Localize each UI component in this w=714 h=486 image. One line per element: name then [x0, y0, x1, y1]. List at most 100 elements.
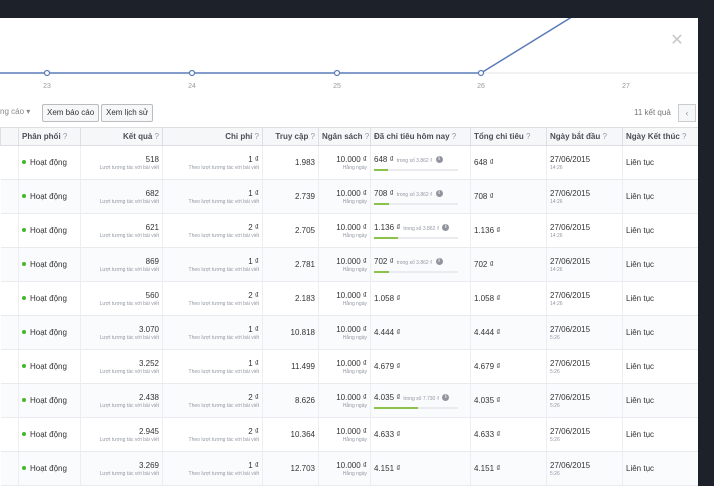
info-icon[interactable]: i: [435, 155, 443, 163]
budget-value: 10.000 ₫: [336, 460, 367, 470]
start-time: 5:26: [550, 436, 560, 443]
budget-value: 10.000 ₫: [336, 290, 367, 300]
spent-today-cell: 1.136 ₫ trong số 3.862 ₫ i: [370, 213, 471, 248]
results-value: 3.070: [138, 324, 159, 334]
table-row[interactable]: Hoạt động 3.252 Lượt tương tác với bài viế…: [0, 349, 698, 384]
status-text: Hoạt động: [30, 158, 67, 167]
results-subtext: Lượt tương tác với bài viết: [99, 470, 159, 477]
spent-of-total: trong số 3.862 ₫: [396, 191, 433, 198]
table-row[interactable]: Hoạt động 2.438 Lượt tương tác với bài viế…: [0, 383, 698, 418]
spent-of-total: trong số 7.730 ₫: [403, 395, 440, 402]
end-date-cell: Liên tục: [622, 179, 698, 214]
budget-value: 10.000 ₫: [336, 154, 367, 164]
spent-today-value: 702 ₫: [374, 256, 394, 266]
spent-today-value: 708 ₫: [374, 188, 394, 198]
chart-point: [188, 69, 196, 77]
total-spent-cell: 1.058 ₫: [470, 281, 547, 316]
status-text: Hoạt động: [30, 396, 67, 405]
spent-today-cell: 4.444 ₫: [370, 315, 471, 350]
delivery-cell: Hoạt động: [18, 281, 81, 316]
row-select-cell: [0, 349, 19, 384]
status-dot-icon: [22, 228, 26, 233]
results-value: 2.438: [138, 392, 159, 402]
budget-cell: 10.000 ₫ Hằng ngày: [318, 349, 371, 384]
end-date-cell: Liên tục: [622, 451, 698, 486]
table-row[interactable]: Hoạt động 2.945 Lượt tương tác với bài viế…: [0, 417, 698, 452]
col-results[interactable]: Kết quả ?: [80, 127, 163, 146]
spend-progress-fill: [374, 406, 418, 409]
table-row[interactable]: Hoạt động 3.070 Lượt tương tác với bài viế…: [0, 315, 698, 350]
col-start-date[interactable]: Ngày bắt đầu ?: [546, 127, 623, 146]
chart-point: [43, 69, 51, 77]
col-total-spent[interactable]: Tổng chi tiêu ?: [470, 127, 547, 146]
table-row[interactable]: Hoạt động 3.269 Lượt tương tác với bài viế…: [0, 451, 698, 486]
cost-subtext: Theo lượt tương tác với bài viết: [188, 300, 259, 307]
results-subtext: Lượt tương tác với bài viết: [99, 436, 159, 443]
spend-progress-fill: [374, 202, 390, 205]
results-value: 2.945: [138, 426, 159, 436]
table-row[interactable]: Hoạt động 518 Lượt tương tác với bài viết 1…: [0, 145, 698, 180]
chart-x-tick-label: 23: [43, 83, 51, 90]
cost-cell: 1 ₫ Theo lượt tương tác với bài viết: [162, 145, 263, 180]
table-row[interactable]: Hoạt động 621 Lượt tương tác với bài viết 2…: [0, 213, 698, 248]
status-text: Hoạt động: [30, 192, 67, 201]
delivery-cell: Hoạt động: [18, 145, 81, 180]
end-date-cell: Liên tục: [622, 247, 698, 282]
start-date-cell: 27/06/2015 5:26: [546, 315, 623, 350]
col-spent-today[interactable]: Đã chi tiêu hôm nay ?: [370, 127, 471, 146]
status-text: Hoạt động: [30, 328, 67, 337]
cost-subtext: Theo lượt tương tác với bài viết: [188, 470, 259, 477]
results-subtext: Lượt tương tác với bài viết: [99, 198, 159, 205]
col-cost[interactable]: Chi phí ?: [162, 127, 263, 146]
start-date: 27/06/2015: [550, 358, 591, 368]
start-time: 14:26: [550, 266, 563, 273]
help-icon: ?: [362, 132, 370, 141]
table-row[interactable]: Hoạt động 869 Lượt tương tác với bài viết 1…: [0, 247, 698, 282]
budget-subtext: Hằng ngày: [342, 266, 367, 273]
table-row[interactable]: Hoạt động 682 Lượt tương tác với bài viết 1…: [0, 179, 698, 214]
info-icon[interactable]: i: [435, 257, 443, 265]
results-subtext: Lượt tương tác với bài viết: [99, 402, 159, 409]
budget-value: 10.000 ₫: [336, 256, 367, 266]
info-icon[interactable]: i: [442, 393, 450, 401]
start-date: 27/06/2015: [550, 256, 591, 266]
end-date-cell: Liên tục: [622, 281, 698, 316]
total-spent-cell: 708 ₫: [470, 179, 547, 214]
chevron-left-icon[interactable]: ‹: [678, 104, 696, 122]
status-dot-icon: [22, 296, 26, 301]
spend-progress-bar: [374, 406, 458, 409]
delivery-cell: Hoạt động: [18, 451, 81, 486]
table-row[interactable]: Hoạt động 560 Lượt tương tác với bài viết 2…: [0, 281, 698, 316]
view-report-button[interactable]: Xem báo cáo: [42, 104, 100, 122]
spend-progress-fill: [374, 270, 390, 273]
budget-cell: 10.000 ₫ Hằng ngày: [318, 247, 371, 282]
results-subtext: Lượt tương tác với bài viết: [99, 164, 159, 171]
cost-cell: 2 ₫ Theo lượt tương tác với bài viết: [162, 281, 263, 316]
spent-today-value: 4.444 ₫: [374, 327, 401, 337]
status-text: Hoạt động: [30, 464, 67, 473]
start-date-cell: 27/06/2015 14:26: [546, 179, 623, 214]
budget-subtext: Hằng ngày: [342, 402, 367, 409]
spent-today-value: 1.136 ₫: [374, 222, 401, 232]
view-history-button[interactable]: Xem lịch sử: [101, 104, 154, 122]
info-icon[interactable]: i: [435, 189, 443, 197]
col-budget[interactable]: Ngân sách ?: [318, 127, 371, 146]
info-icon[interactable]: i: [442, 223, 450, 231]
close-icon[interactable]: ✕: [670, 33, 684, 49]
status-dot-icon: [22, 432, 26, 437]
status-text: Hoạt động: [30, 362, 67, 371]
cost-cell: 1 ₫ Theo lượt tương tác với bài viết: [162, 315, 263, 350]
col-delivery[interactable]: Phân phối ?: [18, 127, 81, 146]
results-cell: 518 Lượt tương tác với bài viết: [80, 145, 163, 180]
col-reach[interactable]: Truy cập ?: [262, 127, 319, 146]
start-date: 27/06/2015: [550, 392, 591, 402]
ad-menu-truncated[interactable]: ng cáo ▾: [0, 107, 30, 116]
start-date: 27/06/2015: [550, 290, 591, 300]
results-cell: 2.945 Lượt tương tác với bài viết: [80, 417, 163, 452]
start-date: 27/06/2015: [550, 324, 591, 334]
help-icon: ?: [600, 132, 607, 141]
cost-cell: 1 ₫ Theo lượt tương tác với bài viết: [162, 451, 263, 486]
start-date: 27/06/2015: [550, 188, 591, 198]
results-subtext: Lượt tương tác với bài viết: [99, 266, 159, 273]
col-end-date[interactable]: Ngày Kết thúc ?: [622, 127, 698, 146]
